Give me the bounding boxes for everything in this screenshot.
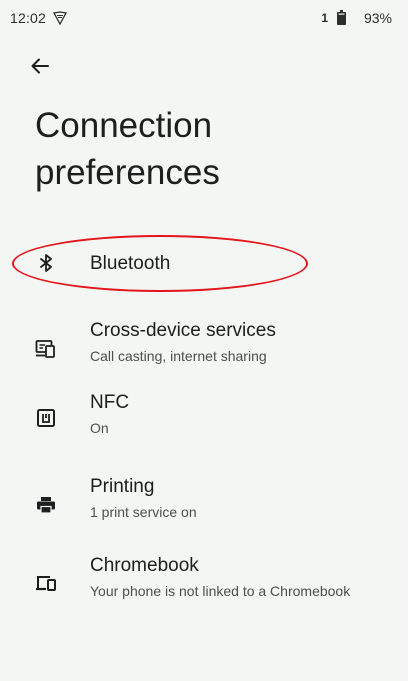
list-item-bluetooth[interactable]: Bluetooth: [0, 226, 408, 301]
sim-indicator: 1: [321, 11, 328, 25]
battery-icon: [337, 10, 346, 25]
item-subtitle: On: [90, 420, 109, 436]
item-title: Cross-device services: [90, 320, 276, 341]
arrow-back-icon: [31, 58, 49, 74]
chromebook-icon: [34, 571, 58, 595]
status-time: 12:02: [10, 10, 47, 26]
vpn-key-icon: [53, 11, 67, 25]
status-bar: 12:02 1 93%: [0, 0, 408, 36]
item-title: Printing: [90, 476, 155, 497]
cross-device-icon: [34, 337, 58, 361]
page-title: Connection preferences: [35, 106, 220, 192]
settings-screen: 12:02 1 93% Connection preferences Bluet…: [0, 0, 408, 681]
list-item-chromebook[interactable]: Chromebook Your phone is not linked to a…: [0, 541, 408, 621]
list-item-cross-device-services[interactable]: Cross-device services Call casting, inte…: [0, 301, 408, 381]
settings-list: Bluetooth Cross-device services Call cas…: [0, 226, 408, 621]
battery-percent: 93%: [363, 10, 392, 26]
item-subtitle: 1 print service on: [90, 504, 197, 520]
print-icon: [34, 493, 58, 517]
item-title: NFC: [90, 392, 130, 413]
list-item-nfc[interactable]: NFC On: [0, 381, 408, 461]
item-title: Bluetooth: [90, 253, 171, 274]
back-button[interactable]: [26, 52, 54, 80]
item-title: Chromebook: [90, 555, 199, 576]
nfc-icon: [34, 406, 58, 430]
list-item-printing[interactable]: Printing 1 print service on: [0, 461, 408, 541]
bluetooth-icon: [34, 251, 58, 275]
item-subtitle: Your phone is not linked to a Chromebook: [90, 583, 351, 599]
item-subtitle: Call casting, internet sharing: [90, 348, 267, 364]
